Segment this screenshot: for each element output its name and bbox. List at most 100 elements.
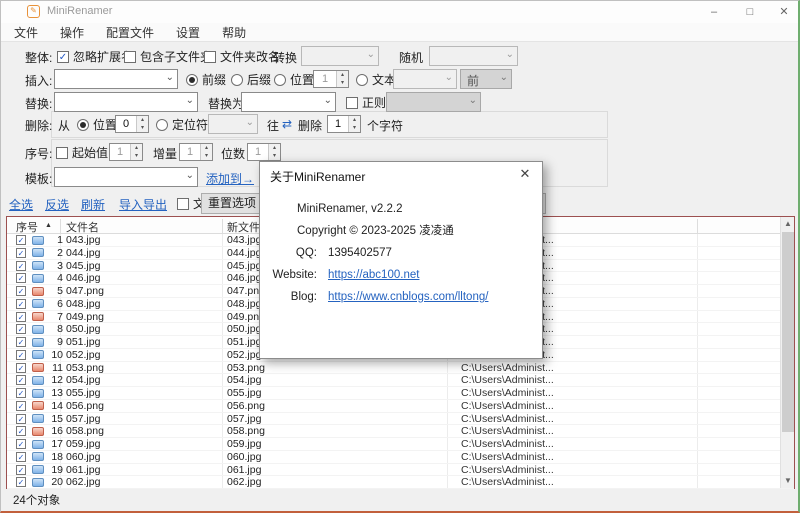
scroll-up-icon[interactable]: ▲ (781, 217, 795, 231)
row-checkbox-checked[interactable]: ✓ (16, 273, 26, 283)
checkbox-start-value[interactable]: 起始值 (56, 144, 108, 161)
checkbox-include-subfolders[interactable]: 包含子文件夹 (124, 48, 212, 65)
row-checkbox-checked[interactable]: ✓ (16, 248, 26, 258)
dialog-close-icon[interactable]: ✕ (516, 166, 534, 182)
vertical-scrollbar[interactable]: ▲ ▼ (780, 217, 794, 488)
radio-text[interactable]: 文本 (356, 71, 396, 88)
replace-with-combobox[interactable]: ⌄ (241, 92, 336, 112)
row-checkbox-checked[interactable]: ✓ (16, 235, 26, 245)
delete-count-spinner[interactable]: 1▴▾ (327, 115, 361, 133)
radio-delete-locator[interactable]: 定位符 (156, 116, 208, 133)
spinner-arrows-icon[interactable]: ▴▾ (200, 144, 212, 160)
insert-text-combobox[interactable]: ⌄ (54, 69, 178, 89)
direction-arrow-icon[interactable]: ⇄ (282, 117, 292, 131)
row-checkbox-checked[interactable]: ✓ (16, 375, 26, 385)
radio-icon (156, 119, 168, 131)
add-to-link[interactable]: 添加到→ (206, 170, 254, 187)
checkbox-regex[interactable]: 正则 (346, 94, 386, 111)
random-combobox[interactable]: ⌄ (429, 46, 518, 66)
table-row[interactable]: ✓ 14 056.png 056.png C:\Users\Administ..… (7, 400, 794, 413)
spinner-arrows-icon[interactable]: ▴▾ (268, 144, 280, 160)
checkbox-ignore-extension[interactable]: ✓忽略扩展名 (57, 48, 133, 65)
row-checkbox-checked[interactable]: ✓ (16, 363, 26, 373)
table-row[interactable]: ✓ 15 057.jpg 057.jpg C:\Users\Administ..… (7, 413, 794, 426)
menu-settings[interactable]: 设置 (165, 24, 211, 41)
table-row[interactable]: ✓ 20 062.jpg 062.jpg C:\Users\Administ..… (7, 476, 794, 489)
menu-file[interactable]: 文件 (3, 24, 49, 41)
start-value-spinner[interactable]: 1▴▾ (109, 143, 143, 161)
insert-locator-combobox[interactable]: ⌄ (393, 69, 457, 89)
image-file-icon (32, 427, 44, 436)
digits-spinner[interactable]: 1▴▾ (247, 143, 281, 161)
row-checkbox-checked[interactable]: ✓ (16, 388, 26, 398)
scroll-down-icon[interactable]: ▼ (781, 474, 795, 488)
invert-selection-link[interactable]: 反选 (45, 196, 69, 213)
menu-profile[interactable]: 配置文件 (95, 24, 165, 41)
minimize-button[interactable]: – (705, 4, 723, 20)
spinner-arrows-icon[interactable]: ▴▾ (348, 116, 360, 132)
spinner-arrows-icon[interactable]: ▴▾ (336, 71, 348, 87)
reset-options-button[interactable]: 重置选项 (201, 193, 263, 214)
maximize-button[interactable]: □ (741, 4, 759, 20)
close-button[interactable]: ✕ (775, 4, 793, 20)
radio-suffix[interactable]: 后缀 (231, 71, 271, 88)
refresh-link[interactable]: 刷新 (81, 196, 105, 213)
blog-link[interactable]: https://www.cnblogs.com/lltong/ (328, 290, 488, 304)
regex-mode-combobox[interactable]: ⌄ (386, 92, 481, 112)
row-new-filename: 062.jpg (227, 476, 261, 488)
increment-spinner[interactable]: 1▴▾ (179, 143, 213, 161)
menu-operation[interactable]: 操作 (49, 24, 95, 41)
table-row[interactable]: ✓ 17 059.jpg 059.jpg C:\Users\Administ..… (7, 438, 794, 451)
table-row[interactable]: ✓ 18 060.jpg 060.jpg C:\Users\Administ..… (7, 451, 794, 464)
radio-delete-position[interactable]: 位置 (77, 116, 117, 133)
row-checkbox-checked[interactable]: ✓ (16, 324, 26, 334)
radio-prefix[interactable]: 前缀 (186, 71, 226, 88)
table-row[interactable]: ✓ 11 053.png 053.png C:\Users\Administ..… (7, 362, 794, 375)
row-checkbox-checked[interactable]: ✓ (16, 299, 26, 309)
chevron-down-icon: ⌄ (367, 49, 375, 60)
row-checkbox-checked[interactable]: ✓ (16, 439, 26, 449)
row-checkbox-checked[interactable]: ✓ (16, 286, 26, 296)
scrollbar-thumb[interactable] (782, 232, 794, 432)
spinner-arrows-icon[interactable]: ▴▾ (136, 116, 148, 132)
table-row[interactable]: ✓ 19 061.jpg 061.jpg C:\Users\Administ..… (7, 464, 794, 477)
import-export-link[interactable]: 导入导出 (119, 196, 167, 213)
table-row[interactable]: ✓ 13 055.jpg 055.jpg C:\Users\Administ..… (7, 387, 794, 400)
delete-position-spinner[interactable]: 0▴▾ (115, 115, 149, 133)
column-divider[interactable] (60, 219, 61, 233)
sort-ascending-icon[interactable]: ▲ (45, 222, 52, 229)
insert-position-spinner[interactable]: 1▴▾ (313, 70, 349, 88)
checkbox-rename-folders[interactable]: 文件夹改名 (204, 48, 280, 65)
header-filename[interactable]: 文件名 (66, 219, 99, 235)
row-new-filename: 060.jpg (227, 451, 261, 463)
radio-position[interactable]: 位置 (274, 71, 314, 88)
row-checkbox-checked[interactable]: ✓ (16, 477, 26, 487)
row-new-filename: 048.jpg (227, 298, 261, 310)
column-divider[interactable] (697, 219, 698, 233)
table-row[interactable]: ✓ 12 054.jpg 054.jpg C:\Users\Administ..… (7, 374, 794, 387)
menu-help[interactable]: 帮助 (211, 24, 257, 41)
row-checkbox-checked[interactable]: ✓ (16, 312, 26, 322)
row-checkbox-checked[interactable]: ✓ (16, 414, 26, 424)
row-checkbox-checked[interactable]: ✓ (16, 350, 26, 360)
row-checkbox-checked[interactable]: ✓ (16, 452, 26, 462)
row-checkbox-checked[interactable]: ✓ (16, 337, 26, 347)
insert-side-combobox[interactable]: 前⌄ (460, 69, 512, 89)
table-row[interactable]: ✓ 16 058.png 058.png C:\Users\Administ..… (7, 425, 794, 438)
header-serial[interactable]: 序号 (16, 219, 38, 235)
row-checkbox-checked[interactable]: ✓ (16, 465, 26, 475)
website-link[interactable]: https://abc100.net (328, 268, 419, 282)
delete-locator-combobox[interactable]: ⌄ (208, 114, 258, 134)
select-all-link[interactable]: 全选 (9, 196, 33, 213)
unchecked-checkbox-icon (346, 97, 358, 109)
insert-label: 插入: (25, 72, 52, 89)
column-divider[interactable] (222, 219, 223, 233)
row-checkbox-checked[interactable]: ✓ (16, 401, 26, 411)
spinner-arrows-icon[interactable]: ▴▾ (130, 144, 142, 160)
row-checkbox-checked[interactable]: ✓ (16, 426, 26, 436)
row-checkbox-checked[interactable]: ✓ (16, 261, 26, 271)
convert-combobox[interactable]: ⌄ (301, 46, 379, 66)
toolbar-row-replace: 替换: ⌄ 替换为 ⌄ 正则 ⌄ (1, 92, 798, 114)
replace-find-combobox[interactable]: ⌄ (54, 92, 198, 112)
template-combobox[interactable]: ⌄ (54, 167, 198, 187)
